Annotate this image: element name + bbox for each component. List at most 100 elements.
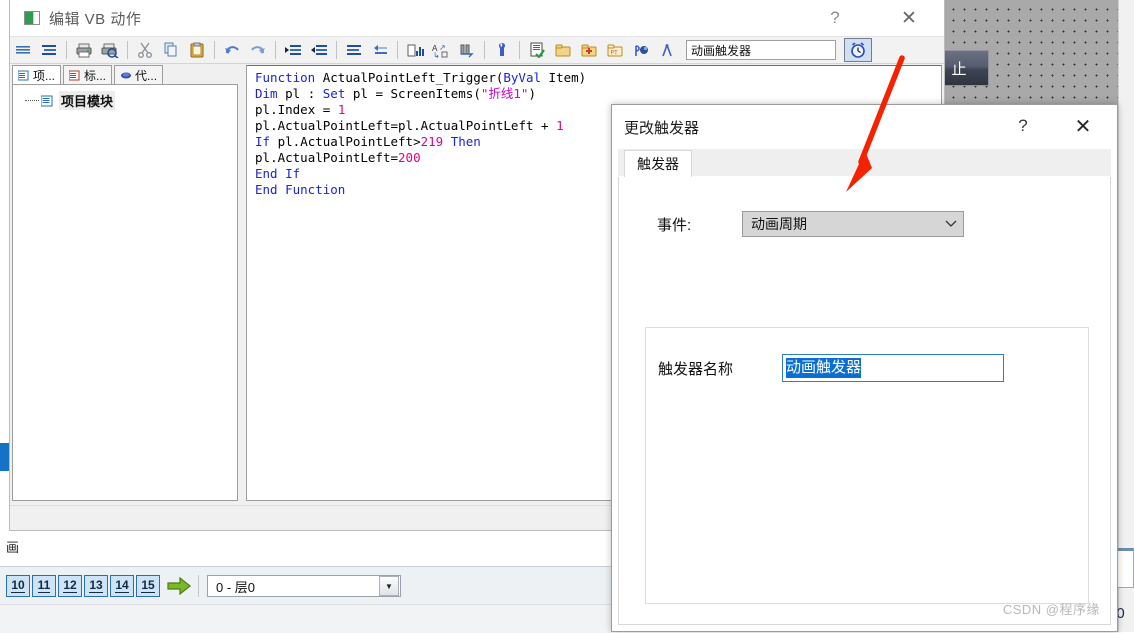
toolbar-separator [484,41,485,59]
csdn-watermark: CSDN @程序缘 [1002,602,1100,617]
module-icon [40,95,54,107]
trigger-name-label: 触发器名称 [658,360,734,378]
background-right-scroll-edge[interactable] [1118,0,1134,632]
layer-button-11[interactable]: 11 [32,575,56,597]
tab-tags-label: 标... [84,68,107,83]
change-trigger-dialog: 更改触发器 ? ✕ 触发器 事件: 动画周期 触发器名称 动画触发器 CSDN … [611,104,1118,632]
tab-project-label: 项... [33,68,56,83]
dialog-title: 更改触发器 [624,119,700,137]
trigger-name-value: 动画触发器 [691,43,752,58]
dialog-close-button[interactable]: ✕ [1061,105,1105,147]
toolbar-separator [214,41,215,59]
layer-button-label: 13 [89,578,103,593]
layer-button-label: 14 [115,578,129,593]
svg-text:PT: PT [611,49,619,56]
trigger-name-group: 触发器名称 动画触发器 [645,327,1089,604]
dialog-titlebar: 更改触发器 ? ✕ [612,105,1117,149]
print-icon[interactable] [71,38,97,62]
indent-increase-icon[interactable] [280,38,306,62]
cut-icon[interactable] [132,38,158,62]
background-left-partial-text: 画 [6,540,20,555]
find-icon[interactable] [454,38,480,62]
folder-icon[interactable] [550,38,576,62]
stop-button-graphic[interactable]: 止 [943,50,989,86]
background-status-strip [0,604,612,633]
vb-close-button[interactable]: ✕ [886,0,932,36]
print-preview-icon[interactable] [97,38,123,62]
event-row: 事件: 动画周期 [619,211,1110,237]
stop-button-label: 止 [951,60,967,78]
event-label: 事件: [657,216,692,234]
tools-wrench-icon[interactable] [489,38,515,62]
tab-trigger[interactable]: 触发器 [624,150,692,178]
folder-add-icon[interactable] [576,38,602,62]
check-syntax-icon[interactable] [524,38,550,62]
tree-item-label: 项目模块 [59,91,116,110]
toolbar-separator [275,41,276,59]
svg-text:↳: ↳ [433,51,440,58]
trigger-name-input[interactable]: 动画触发器 [782,354,1004,382]
layer-select-value: 0 - 层0 [216,579,256,595]
vb-window-titlebar: 编辑 VB 动作 ? ✕ [10,0,944,36]
green-right-arrow-icon[interactable] [166,575,192,597]
toolbar-separator [66,41,67,59]
dialog-help-button[interactable]: ? [1003,105,1043,147]
vb-help-button[interactable]: ? [812,0,858,36]
code-line: Function ActualPointLeft_Trigger(ByVal I… [255,70,587,85]
layer-toolbar: 10 11 12 13 14 15 0 - 层0 ▼ [0,566,612,605]
event-select-value: 动画周期 [751,216,807,232]
redo-icon[interactable] [245,38,271,62]
layer-toolbar-separator [198,575,199,597]
tab-code-label: 代... [135,68,158,83]
vb-left-tabstrip: 项... 标... 代... [12,65,238,84]
layer-select[interactable]: 0 - 层0 ▼ [207,575,401,597]
project-tree[interactable]: 项目模块 [12,84,238,501]
dialog-tabstrip: 触发器 [618,149,1111,178]
compass-icon[interactable] [654,38,680,62]
tab-tags[interactable]: 标... [63,65,113,84]
background-selected-left-item[interactable] [0,443,9,471]
copy-icon[interactable] [158,38,184,62]
tree-item-project-module[interactable]: 项目模块 [13,91,237,110]
vb-window-title: 编辑 VB 动作 [49,10,142,28]
svg-text:↗: ↗ [439,43,446,52]
align-block-icon[interactable] [341,38,367,62]
chevron-down-icon[interactable] [939,220,963,228]
tab-trigger-label: 触发器 [637,156,679,172]
layer-button-label: 15 [141,578,155,593]
alarm-clock-icon[interactable] [844,38,872,62]
toolbar-separator [336,41,337,59]
paste-icon[interactable] [184,38,210,62]
vb-left-pane: 项... 标... 代... 项目模块 [12,65,238,501]
tab-project[interactable]: 项... [12,65,62,84]
undo-icon[interactable] [219,38,245,62]
layer-button-14[interactable]: 14 [110,575,134,597]
toolbar-separator [397,41,398,59]
sort-az-icon[interactable]: A ↗ ↳ [428,38,454,62]
layer-button-label: 11 [37,578,51,593]
unindent-block-icon[interactable] [367,38,393,62]
folder-pt-icon[interactable]: PT [602,38,628,62]
sort-columns-icon[interactable] [402,38,428,62]
toolbar-separator [519,41,520,59]
layer-button-label: 12 [63,578,77,593]
code-line: Dim pl : Set pl = ScreenItems("折线1") [255,86,536,101]
layer-button-12[interactable]: 12 [58,575,82,597]
dialog-content: 事件: 动画周期 触发器名称 动画触发器 CSDN @程序缘 [618,177,1111,625]
trigger-name-row: 触发器名称 动画触发器 [646,354,1088,382]
align-lines-icon[interactable] [36,38,62,62]
list-lines-icon[interactable] [10,38,36,62]
layer-button-13[interactable]: 13 [84,575,108,597]
trigger-name-field[interactable]: 动画触发器 [686,40,836,60]
layer-button-15[interactable]: 15 [136,575,160,597]
tree-connector [25,100,39,101]
tab-code[interactable]: 代... [114,65,164,84]
event-select[interactable]: 动画周期 [742,211,964,237]
trigger-name-input-value: 动画触发器 [786,358,862,378]
compile-object-icon[interactable] [628,38,654,62]
chevron-down-icon[interactable]: ▼ [379,576,399,596]
layer-button-10[interactable]: 10 [6,575,30,597]
project-tab-icon [17,70,30,81]
vb-editor-toolbar: A ↗ ↳ PT 动画触发器 [10,36,944,64]
indent-decrease-icon[interactable] [306,38,332,62]
